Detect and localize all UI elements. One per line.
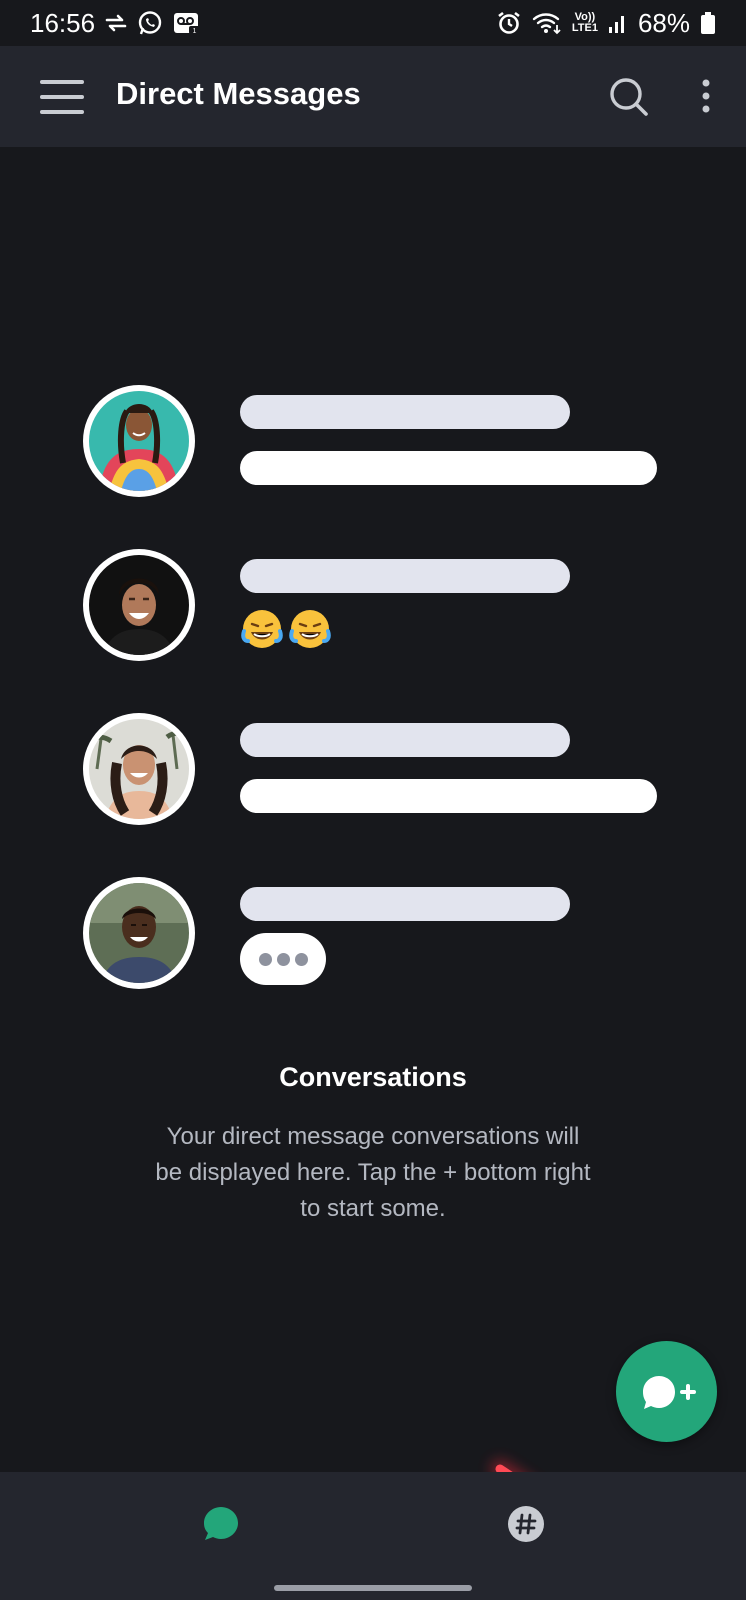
- status-bar-left: 16:56 1: [30, 8, 201, 39]
- name-placeholder-bar: [240, 395, 570, 429]
- empty-state-description: Your direct message conversations will b…: [155, 1123, 591, 1222]
- laughing-emoji-icon: [289, 610, 331, 648]
- home-indicator[interactable]: [274, 1585, 472, 1591]
- volte-icon: Vo)) LTE1: [571, 11, 598, 34]
- avatar-woman-braids: [83, 385, 195, 497]
- chat-bubble-icon: [204, 1507, 238, 1540]
- hashtag-icon: [508, 1506, 544, 1542]
- svg-text:1: 1: [193, 28, 197, 35]
- alarm-icon: [496, 10, 522, 36]
- placeholder-row: [83, 713, 683, 825]
- status-bar-right: Vo)) LTE1 68%: [496, 8, 716, 39]
- placeholder-row: [83, 877, 683, 989]
- dm-empty-state: Conversations Your direct message conver…: [0, 147, 746, 1544]
- wifi-icon: [532, 11, 562, 35]
- status-bar: 16:56 1 Vo)) LTE1 68%: [0, 0, 746, 46]
- voicemail-icon: 1: [173, 11, 201, 35]
- status-time: 16:56: [30, 7, 96, 38]
- message-placeholder-bar: [240, 779, 657, 813]
- avatar-woman-smiling: [83, 713, 195, 825]
- avatar-man-smiling: [83, 877, 195, 989]
- typing-indicator: [240, 933, 326, 985]
- battery-icon: [700, 11, 716, 35]
- tab-direct-messages[interactable]: [201, 1504, 241, 1544]
- search-icon[interactable]: [608, 76, 650, 118]
- laughing-emoji-icon: [241, 610, 283, 648]
- placeholder-row: [83, 549, 683, 661]
- page-title: Direct Messages: [116, 76, 361, 111]
- avatar-man-laughing: [83, 549, 195, 661]
- name-placeholder-bar: [240, 723, 570, 757]
- signal-icon: [608, 12, 628, 34]
- name-placeholder-bar: [240, 887, 570, 921]
- data-transfer-icon: [105, 13, 127, 33]
- app-bar: Direct Messages: [0, 46, 746, 147]
- name-placeholder-bar: [240, 559, 570, 593]
- battery-percent: 68%: [637, 7, 690, 38]
- new-message-icon: [642, 1375, 696, 1409]
- more-vertical-icon[interactable]: [696, 76, 716, 116]
- empty-state-title: Conversations: [279, 1062, 467, 1092]
- emoji-preview: [240, 607, 332, 651]
- placeholder-row: [83, 385, 683, 497]
- message-placeholder-bar: [240, 451, 657, 485]
- hamburger-menu-icon[interactable]: [40, 80, 84, 114]
- bottom-navigation: [0, 1472, 746, 1600]
- whatsapp-icon: [137, 10, 163, 36]
- new-message-button[interactable]: [616, 1341, 717, 1442]
- tab-channels[interactable]: [506, 1504, 546, 1544]
